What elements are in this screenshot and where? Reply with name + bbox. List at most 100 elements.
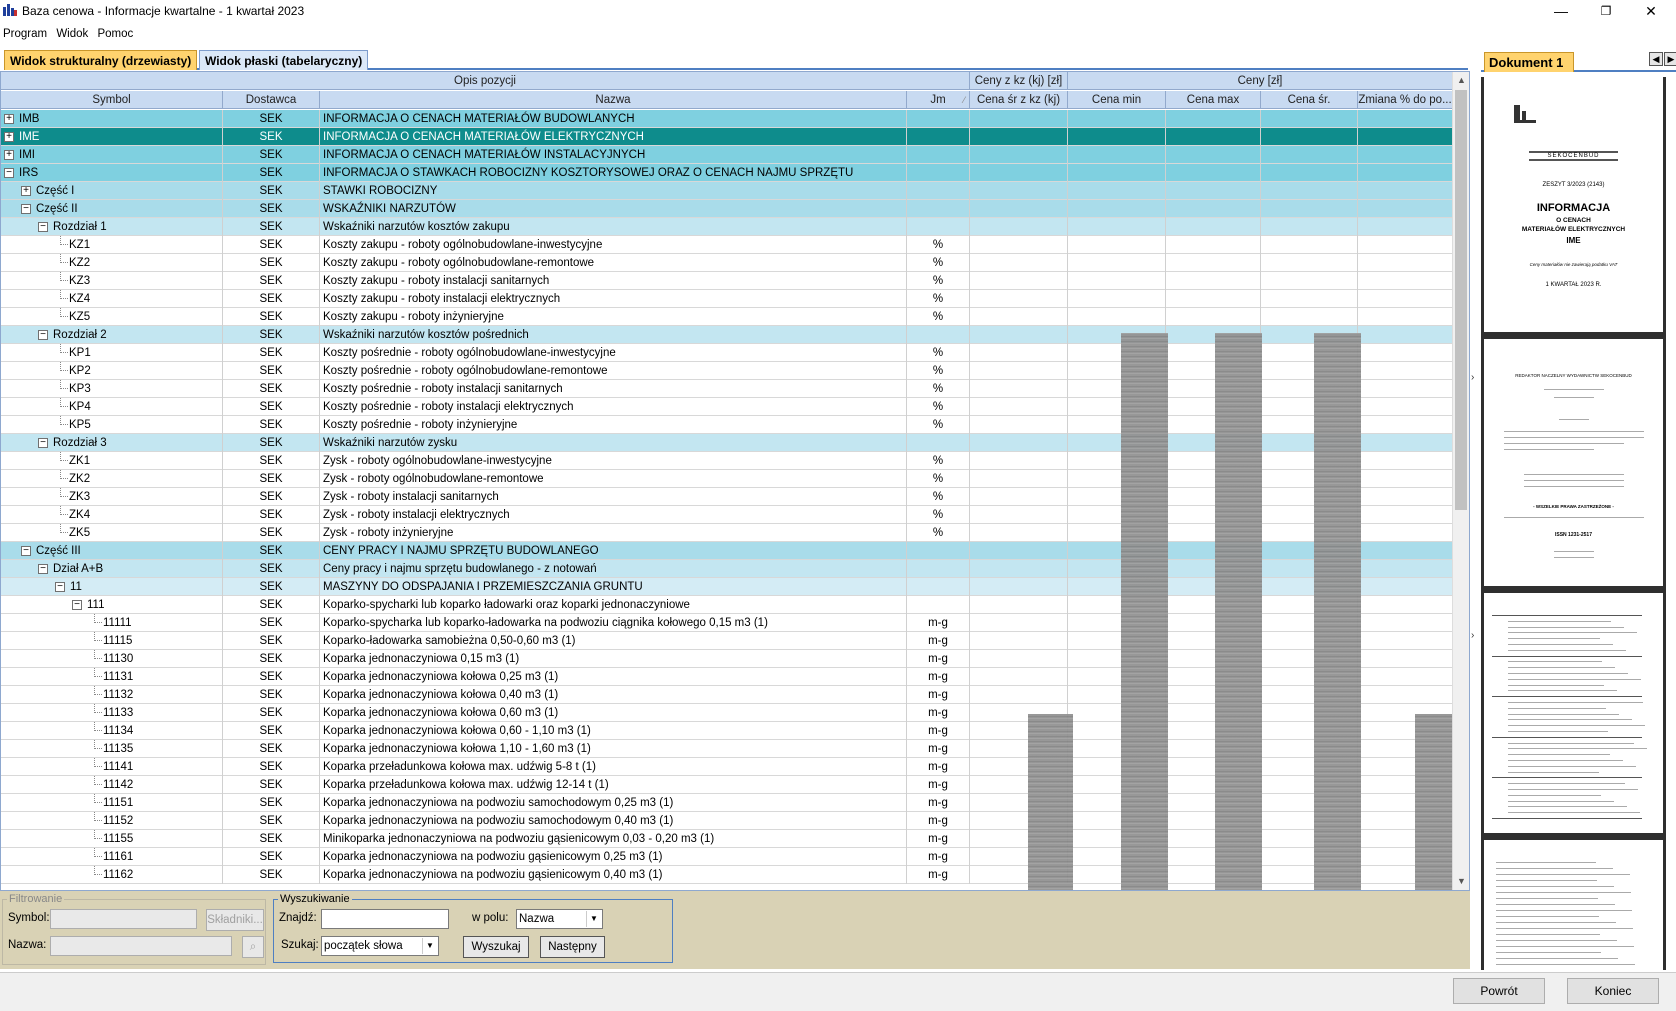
collapse-icon[interactable]: − xyxy=(55,582,65,592)
cell-jm xyxy=(907,542,970,560)
col-jm[interactable]: Jm ⁄ xyxy=(907,91,970,109)
cell-price xyxy=(1358,434,1453,452)
table-row[interactable]: + Część I SEK STAWKI ROBOCIZNY xyxy=(1,182,1453,200)
table-row[interactable]: − IRS SEK INFORMACJA O STAWKACH ROBOCIZNY K… xyxy=(1,164,1453,182)
cell-price xyxy=(1358,380,1453,398)
restore-icon[interactable]: ❐ xyxy=(1585,0,1627,22)
table-row[interactable]: − Część II SEK WSKAŹNIKI NARZUTÓW xyxy=(1,200,1453,218)
tab-flat-view[interactable]: Widok płaski (tabelaryczny) xyxy=(199,50,369,70)
tree-connector xyxy=(94,704,102,713)
menu-program[interactable]: Program xyxy=(0,25,50,43)
collapse-icon[interactable]: − xyxy=(21,546,31,556)
col-symbol[interactable]: Symbol xyxy=(1,91,223,109)
collapse-icon[interactable]: − xyxy=(4,168,14,178)
koniec-button[interactable]: Koniec xyxy=(1567,978,1659,1004)
table-row[interactable]: + IMB SEK INFORMACJA O CENACH MATERIAŁÓW BU… xyxy=(1,110,1453,128)
cover-code: IME xyxy=(1566,236,1581,245)
table-row[interactable]: KZ4 SEK Koszty zakupu - roboty instalacji … xyxy=(1,290,1453,308)
col-cena-sr[interactable]: Cena śr. xyxy=(1261,91,1358,109)
cell-price xyxy=(1358,452,1453,470)
szukaj-select[interactable]: początek słowa ▼ xyxy=(321,936,439,956)
cell-price xyxy=(1358,164,1453,182)
toc-line xyxy=(1496,964,1635,965)
header-group-ceny-kz: Ceny z kz (kj) [zł] xyxy=(970,72,1068,90)
expand-icon[interactable]: + xyxy=(4,114,14,124)
price-tree-grid: Opis pozycji Ceny z kz (kj) [zł] Ceny [z… xyxy=(0,71,1470,891)
scroll-thumb[interactable] xyxy=(1455,90,1467,510)
nazwa-filter-input[interactable] xyxy=(50,936,232,956)
menu-widok[interactable]: Widok xyxy=(53,25,91,43)
col-jm-label: Jm xyxy=(930,94,946,106)
cell-jm: % xyxy=(907,344,970,362)
cell-nazwa: Zysk - roboty instalacji elektrycznych xyxy=(320,506,907,524)
text-line xyxy=(1504,449,1594,450)
cell-price xyxy=(970,110,1068,128)
cell-jm xyxy=(907,596,970,614)
expand-icon[interactable]: + xyxy=(4,132,14,142)
powrot-button[interactable]: Powrót xyxy=(1453,978,1545,1004)
cell-dostawca: SEK xyxy=(223,326,320,344)
wyszukaj-button[interactable]: Wyszukaj xyxy=(463,936,529,958)
cell-jm: m-g xyxy=(907,848,970,866)
cell-dostawca: SEK xyxy=(223,200,320,218)
collapse-icon[interactable]: − xyxy=(38,438,48,448)
toc-line xyxy=(1496,904,1615,905)
cell-symbol: ZK2 xyxy=(1,470,223,488)
chevron-down-icon: ▼ xyxy=(422,938,437,954)
col-cena-min[interactable]: Cena min xyxy=(1068,91,1166,109)
scroll-down-icon[interactable]: ▼ xyxy=(1453,873,1469,890)
next-document-icon[interactable]: ▶ xyxy=(1664,52,1676,66)
col-zmiana[interactable]: Zmiana % do po... xyxy=(1358,91,1453,109)
filter-search-icon[interactable]: ⌕ xyxy=(242,936,264,958)
cell-nazwa: Koparka jednonaczyniowa 0,15 m3 (1) xyxy=(320,650,907,668)
collapse-icon[interactable]: − xyxy=(21,204,31,214)
document-tab[interactable]: Dokument 1 xyxy=(1484,52,1574,72)
toc-line xyxy=(1508,678,1641,680)
symbol-filter-input[interactable] xyxy=(50,909,197,929)
symbol-text: 11135 xyxy=(103,743,134,755)
table-row[interactable]: KZ2 SEK Koszty zakupu - roboty ogólnobudow… xyxy=(1,254,1453,272)
skladniki-button[interactable]: Składniki... xyxy=(206,909,264,931)
symbol-text: 11155 xyxy=(103,833,134,845)
text-line xyxy=(1544,389,1604,390)
table-row[interactable]: + IME SEK INFORMACJA O CENACH MATERIAŁÓW EL… xyxy=(1,128,1453,146)
symbol-text: ZK5 xyxy=(69,527,91,539)
wpolu-select[interactable]: Nazwa ▼ xyxy=(516,909,603,929)
cell-symbol: ZK1 xyxy=(1,452,223,470)
collapse-icon[interactable]: − xyxy=(38,564,48,574)
cell-jm: % xyxy=(907,416,970,434)
cell-symbol: − Rozdział 3 xyxy=(1,434,223,452)
symbol-text: IMB xyxy=(19,113,40,125)
table-row[interactable]: KZ1 SEK Koszty zakupu - roboty ogólnobudow… xyxy=(1,236,1453,254)
table-row[interactable]: − Rozdział 1 SEK Wskaźniki narzutów kosztów… xyxy=(1,218,1453,236)
table-row[interactable]: KZ5 SEK Koszty zakupu - roboty inżynieryjn… xyxy=(1,308,1453,326)
table-row[interactable]: + IMI SEK INFORMACJA O CENACH MATERIAŁÓW IN… xyxy=(1,146,1453,164)
publisher-logo xyxy=(1514,105,1536,123)
expand-icon[interactable]: + xyxy=(4,150,14,160)
cell-dostawca: SEK xyxy=(223,236,320,254)
col-dostawca[interactable]: Dostawca xyxy=(223,91,320,109)
prev-document-icon[interactable]: ◀ xyxy=(1649,52,1663,66)
menu-pomoc[interactable]: Pomoc xyxy=(94,25,136,43)
document-viewer[interactable]: SEKOCENBUD ZESZYT 3/2023 (2143) INFORMAC… xyxy=(1481,77,1666,970)
col-cena-max[interactable]: Cena max xyxy=(1166,91,1261,109)
expand-icon[interactable]: + xyxy=(21,186,31,196)
cell-price xyxy=(970,380,1068,398)
col-nazwa[interactable]: Nazwa xyxy=(320,91,907,109)
nastepny-button[interactable]: Następny xyxy=(540,936,605,958)
grid-vertical-scrollbar[interactable]: ▲ ▼ xyxy=(1452,72,1469,890)
document-preview-panel: Dokument 1 ◀ ▶ SEKOCENBUD ZESZYT 3/2023 … xyxy=(1475,47,1676,972)
table-row[interactable]: KZ3 SEK Koszty zakupu - roboty instalacji … xyxy=(1,272,1453,290)
tree-connector xyxy=(60,290,68,299)
znajdz-input[interactable] xyxy=(321,909,449,929)
minimize-icon[interactable]: — xyxy=(1540,0,1582,22)
toc-line xyxy=(1508,783,1625,785)
collapse-icon[interactable]: − xyxy=(72,600,82,610)
tab-structural-view[interactable]: Widok strukturalny (drzewiasty) xyxy=(4,50,198,70)
close-icon[interactable]: ✕ xyxy=(1630,0,1672,22)
cell-price xyxy=(1261,308,1358,326)
col-cena-sr-kz[interactable]: Cena śr z kz (kj) xyxy=(970,91,1068,109)
collapse-icon[interactable]: − xyxy=(38,330,48,340)
scroll-up-icon[interactable]: ▲ xyxy=(1453,72,1469,89)
collapse-icon[interactable]: − xyxy=(38,222,48,232)
